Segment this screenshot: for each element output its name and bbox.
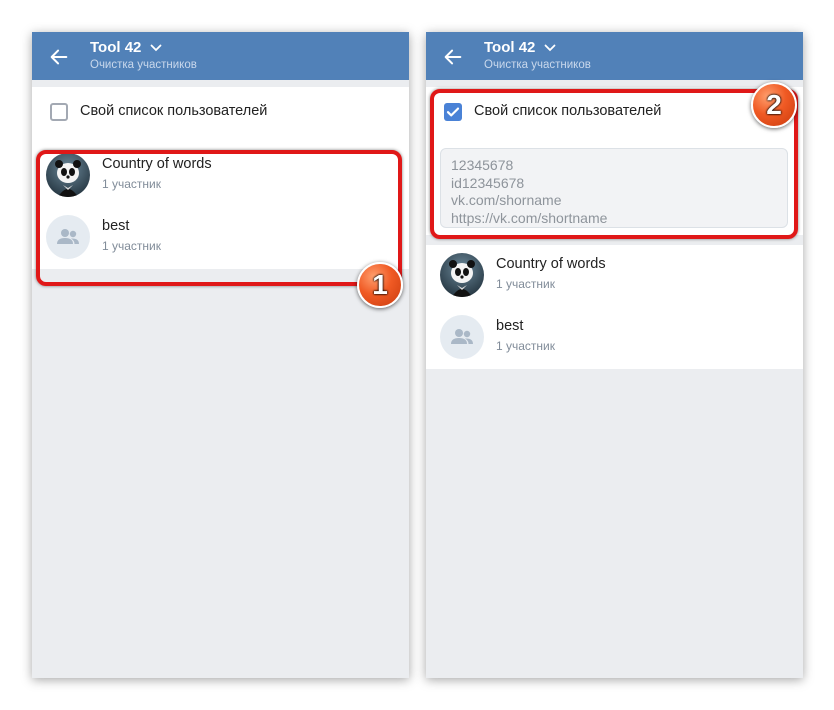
app-header: Tool 42 Очистка участников (32, 32, 409, 80)
header-subtitle: Очистка участников (90, 59, 197, 71)
step-badge: 1 (357, 262, 403, 308)
back-arrow-icon[interactable] (48, 46, 70, 68)
highlight-frame-custom-list (430, 89, 798, 239)
custom-list-checkbox[interactable] (50, 103, 68, 121)
chat-name: best (496, 318, 524, 334)
chat-item-best[interactable]: best 1 участник (426, 307, 803, 369)
header-subtitle: Очистка участников (484, 59, 591, 71)
header-title-area[interactable]: Tool 42 Очистка участников (484, 39, 591, 71)
group-icon (440, 315, 484, 359)
custom-list-label: Свой список пользователей (80, 103, 268, 119)
back-arrow-icon[interactable] (442, 46, 464, 68)
chat-name: Country of words (496, 256, 606, 272)
header-title-area[interactable]: Tool 42 Очистка участников (90, 39, 197, 71)
panda-avatar (440, 253, 484, 297)
chat-members: 1 участник (496, 339, 556, 353)
chevron-down-icon (150, 44, 162, 52)
highlight-frame-chats (36, 150, 402, 286)
chat-members: 1 участник (496, 277, 556, 291)
chevron-down-icon (544, 44, 556, 52)
app-header: Tool 42 Очистка участников (426, 32, 803, 80)
left-screen: Tool 42 Очистка участников Свой список п… (32, 32, 409, 678)
header-title: Tool 42 (90, 39, 142, 56)
header-title: Tool 42 (484, 39, 536, 56)
custom-list-row[interactable]: Свой список пользователей (32, 87, 409, 145)
step-badge: 2 (751, 82, 797, 128)
chat-item-country-of-words[interactable]: Country of words 1 участник (426, 245, 803, 307)
